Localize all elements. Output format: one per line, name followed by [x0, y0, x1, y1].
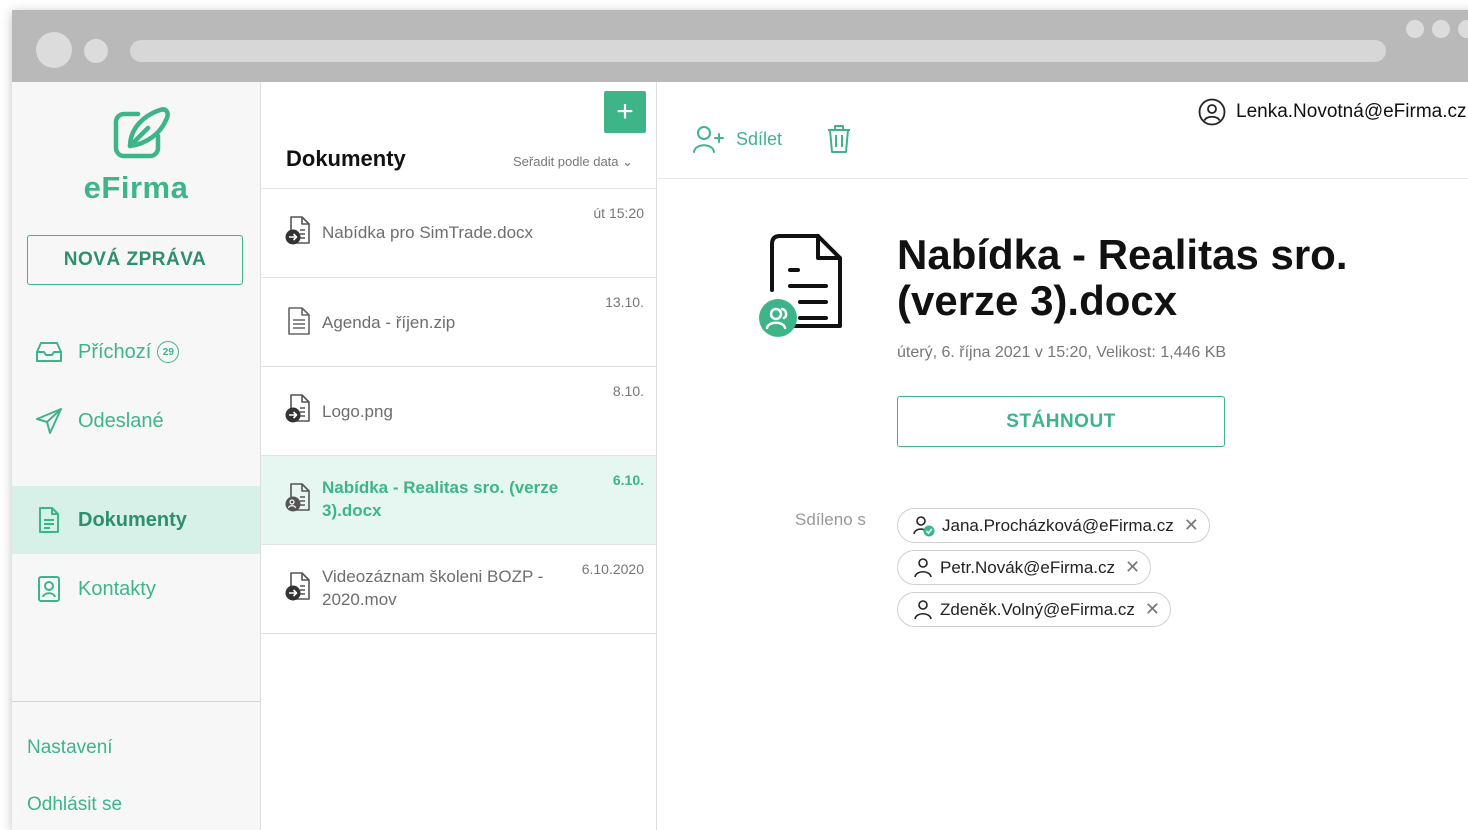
inbox-icon — [32, 340, 66, 364]
remove-share-button[interactable]: ✕ — [1184, 515, 1199, 536]
trash-icon — [826, 125, 852, 158]
sort-dropdown[interactable]: Seřadit podle data ⌄ — [513, 154, 633, 170]
new-message-button[interactable]: NOVÁ ZPRÁVA — [27, 235, 243, 285]
remove-share-button[interactable]: ✕ — [1145, 599, 1160, 620]
document-name: Logo.png — [322, 402, 393, 421]
shared-user-email: Petr.Novák@eFirma.cz — [940, 557, 1116, 577]
sidebar-item-documents[interactable]: Dokumenty — [12, 486, 260, 554]
document-list-panel: + Dokumenty Seřadit podle data ⌄ Nabídka… — [261, 82, 657, 830]
unread-count-badge: 29 — [157, 341, 180, 363]
window-control[interactable] — [84, 39, 108, 63]
sidebar-item-contacts[interactable]: Kontakty — [12, 555, 260, 623]
logout-link[interactable]: Odhlásit se — [27, 794, 122, 816]
user-icon — [912, 599, 934, 621]
document-date: 6.10.2020 — [581, 561, 644, 577]
shared-user-email: Jana.Procházková@eFirma.cz — [942, 515, 1174, 535]
user-account[interactable]: Lenka.Novotná@eFirma.cz — [1198, 98, 1467, 126]
document-date: 8.10. — [612, 383, 644, 399]
delete-button[interactable] — [826, 124, 852, 159]
doc-icon — [287, 306, 311, 341]
document-row[interactable]: Logo.png 8.10. — [261, 367, 656, 456]
app-window: eFirma NOVÁ ZPRÁVA Příchozí 29 Odeslané … — [12, 10, 1468, 830]
document-title: Nabídka - Realitas sro. (verze 3).docx — [897, 231, 1348, 324]
document-row[interactable]: Videozáznam školeni BOZP - 2020.mov 6.10… — [261, 545, 656, 634]
user-icon — [912, 557, 934, 579]
document-row-selected[interactable]: Nabídka - Realitas sro. (verze 3).docx 6… — [261, 456, 656, 545]
list-title: Dokumenty — [286, 146, 406, 171]
sidebar-item-label: Kontakty — [78, 577, 156, 600]
user-email: Lenka.Novotná@eFirma.cz — [1236, 101, 1467, 122]
address-bar[interactable] — [130, 40, 1386, 62]
sidebar-item-label: Odeslané — [78, 409, 164, 432]
document-row[interactable]: Nabídka pro SimTrade.docx út 15:20 — [261, 189, 656, 278]
document-meta: úterý, 6. října 2021 v 15:20, Velikost: … — [897, 344, 1227, 361]
window-control[interactable] — [1458, 20, 1468, 38]
document-name: Nabídka - Realitas sro. (verze 3).docx — [322, 478, 559, 520]
user-circle-icon — [1198, 98, 1226, 126]
window-control[interactable] — [1432, 20, 1450, 38]
document-detail-panel: Sdílet Lenka.Novotná@eFirma.cz Nabídka -… — [658, 82, 1468, 830]
logo-text: eFirma — [83, 170, 189, 205]
shared-doc-icon — [283, 482, 313, 519]
received-doc-icon — [283, 571, 313, 608]
document-date: 6.10. — [612, 472, 644, 488]
document-name: Nabídka pro SimTrade.docx — [322, 223, 534, 242]
shared-doc-icon — [742, 230, 852, 340]
user-check-icon — [912, 515, 936, 537]
share-button[interactable]: Sdílet — [692, 124, 782, 154]
received-doc-icon — [283, 215, 313, 252]
sidebar-item-label: Dokumenty — [78, 508, 187, 531]
shared-user-chip: Jana.Procházková@eFirma.cz ✕ — [897, 508, 1210, 543]
browser-chrome — [12, 10, 1468, 82]
received-doc-icon — [283, 393, 313, 430]
sidebar-divider — [12, 701, 260, 702]
contact-icon — [32, 575, 66, 603]
document-icon — [32, 506, 66, 534]
document-row[interactable]: Agenda - říjen.zip 13.10. — [261, 278, 656, 367]
document-date: 13.10. — [605, 294, 644, 310]
window-control[interactable] — [36, 32, 72, 68]
sidebar-item-sent[interactable]: Odeslané — [12, 387, 260, 455]
download-button[interactable]: STÁHNOUT — [897, 396, 1225, 447]
window-control[interactable] — [1406, 20, 1424, 38]
send-icon — [32, 407, 66, 435]
share-label: Sdílet — [736, 128, 783, 149]
divider — [658, 178, 1468, 179]
remove-share-button[interactable]: ✕ — [1125, 557, 1140, 578]
shared-user-chip: Petr.Novák@eFirma.cz ✕ — [897, 550, 1152, 585]
plus-icon: + — [616, 95, 634, 128]
settings-link[interactable]: Nastavení — [27, 737, 113, 759]
document-name: Videozáznam školeni BOZP - 2020.mov — [322, 567, 544, 609]
document-date: út 15:20 — [593, 205, 644, 221]
document-name: Agenda - říjen.zip — [322, 313, 456, 332]
sidebar-item-label: Příchozí — [78, 340, 152, 363]
shared-user-chip: Zdeněk.Volný@eFirma.cz ✕ — [897, 592, 1171, 627]
add-user-icon — [692, 124, 724, 154]
logo-icon — [108, 100, 172, 169]
sidebar-item-inbox[interactable]: Příchozí 29 — [12, 318, 260, 386]
shared-user-email: Zdeněk.Volný@eFirma.cz — [940, 599, 1135, 619]
shared-with-label: Sdíleno s — [795, 510, 866, 529]
add-document-button[interactable]: + — [604, 91, 646, 133]
sidebar: eFirma NOVÁ ZPRÁVA Příchozí 29 Odeslané … — [12, 82, 261, 830]
